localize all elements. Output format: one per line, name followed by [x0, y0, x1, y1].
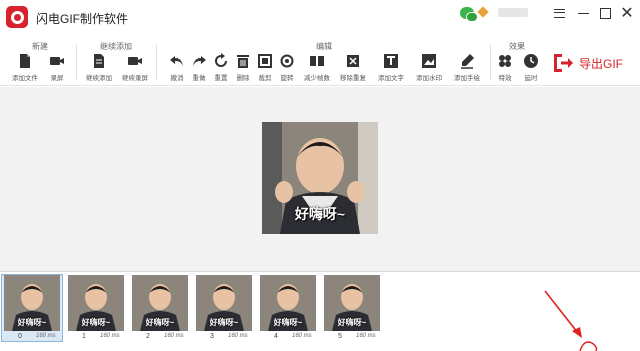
- menu-button[interactable]: [548, 4, 570, 22]
- add-watermark-button[interactable]: 添加水印: [412, 53, 446, 83]
- frame-duration[interactable]: 160 ms: [36, 333, 56, 339]
- annotation-arrow-icon: [544, 290, 598, 351]
- group-continue: 继续添加 继续添加 继续录屏: [82, 36, 150, 86]
- export-icon: [554, 54, 573, 72]
- tool-label: 延时: [524, 75, 538, 82]
- close-button[interactable]: ✕: [616, 4, 638, 22]
- frame-duration[interactable]: 160 ms: [356, 333, 376, 339]
- frame-thumbnail[interactable]: 好嗨呀~ 1 160 ms: [66, 275, 126, 341]
- wechat-icon[interactable]: [460, 7, 478, 22]
- frame-caption: 好嗨呀~: [273, 318, 303, 327]
- gif-preview-image[interactable]: 好嗨呀~: [262, 122, 378, 234]
- frame-thumbnail-selected[interactable]: 好嗨呀~ 0 160 ms: [1, 274, 63, 342]
- tool-label: 添加文字: [378, 75, 404, 82]
- close-icon: ✕: [620, 5, 634, 22]
- tool-label: 继续添加: [86, 75, 112, 82]
- menu-icon: [553, 8, 565, 18]
- add-watermark-icon: [422, 54, 436, 68]
- frame-image: 好嗨呀~: [260, 275, 316, 331]
- tool-label: 继续录屏: [122, 75, 148, 82]
- group-effects: 效果 特效 延时: [488, 36, 546, 86]
- group-label: 继续添加: [100, 42, 132, 51]
- vip-icon[interactable]: [477, 6, 489, 18]
- maximize-icon: [599, 7, 611, 19]
- effects-icon: [499, 55, 511, 67]
- frame-caption: 好嗨呀~: [209, 318, 239, 327]
- group-label: 编辑: [316, 42, 332, 51]
- frame-index: 4: [274, 333, 278, 340]
- frame-image: 好嗨呀~: [4, 275, 60, 331]
- frame-duration[interactable]: 160 ms: [292, 333, 312, 339]
- tool-label: 添加手绘: [454, 75, 480, 82]
- frame-index: 1: [82, 333, 86, 340]
- frame-image: 好嗨呀~: [196, 275, 252, 331]
- reduce-frames-icon: [310, 56, 324, 66]
- app-title: 闪电GIF制作软件: [36, 12, 128, 26]
- record-icon: [50, 57, 64, 65]
- frame-duration[interactable]: 160 ms: [228, 333, 248, 339]
- frame-caption: 好嗨呀~: [337, 318, 367, 327]
- frame-duration[interactable]: 160 ms: [100, 333, 120, 339]
- group-label: 效果: [509, 42, 525, 51]
- add-text-icon: [384, 54, 398, 68]
- frame-image: 好嗨呀~: [324, 275, 380, 331]
- frame-thumbnail[interactable]: 好嗨呀~ 5 160 ms: [322, 275, 382, 341]
- frame-thumbnail[interactable]: 好嗨呀~ 2 160 ms: [130, 275, 190, 341]
- toolbar-divider: [76, 44, 77, 80]
- group-label: 新建: [32, 42, 48, 51]
- frame-thumbnail[interactable]: 好嗨呀~ 3 160 ms: [194, 275, 254, 341]
- add-file-icon: [20, 54, 30, 68]
- frame-duration[interactable]: 160 ms: [164, 333, 184, 339]
- add-text-button[interactable]: 添加文字: [374, 53, 408, 83]
- rotate-button[interactable]: 旋转: [270, 53, 304, 83]
- group-edit: 编辑 撤消 重做 重置 删除 裁剪 旋转 减少帧数 移除重复 添加文字 添加水印…: [160, 36, 488, 86]
- remove-duplicates-icon: [347, 55, 359, 67]
- playback-controls: [300, 344, 640, 351]
- tool-label: 减少帧数: [304, 75, 330, 82]
- toolbar: 新建 添加文件 录屏 继续添加 继续添加 继续录屏 编辑 撤消 重做 重置 删除…: [0, 36, 640, 86]
- export-gif-label: 导出GIF: [579, 56, 623, 71]
- tool-label: 添加水印: [416, 75, 442, 82]
- delay-icon: [524, 54, 538, 68]
- tool-label: 添加文件: [12, 75, 38, 82]
- export-gif-button[interactable]: 导出GIF: [552, 50, 623, 76]
- app-logo-icon: [6, 6, 28, 28]
- reduce-frames-button[interactable]: 减少帧数: [300, 53, 334, 83]
- continue-record-button[interactable]: 继续录屏: [118, 53, 152, 83]
- add-drawing-icon: [461, 54, 474, 69]
- delay-button[interactable]: 延时: [514, 53, 548, 83]
- maximize-button[interactable]: [594, 4, 616, 22]
- title-bar: 闪电GIF制作软件 ✕: [0, 0, 640, 36]
- frame-caption: 好嗨呀~: [81, 318, 111, 327]
- frame-caption: 好嗨呀~: [17, 318, 47, 327]
- remove-duplicates-button[interactable]: 移除重复: [336, 53, 370, 83]
- rotate-icon: [280, 54, 294, 68]
- continue-add-icon: [94, 54, 104, 68]
- tool-label: 旋转: [280, 75, 294, 82]
- add-file-button[interactable]: 添加文件: [8, 53, 42, 83]
- group-new: 新建 添加文件 录屏: [8, 36, 72, 86]
- add-drawing-button[interactable]: 添加手绘: [450, 53, 484, 83]
- frame-thumbnail[interactable]: 好嗨呀~ 4 160 ms: [258, 275, 318, 341]
- preview-caption: 好嗨呀~: [294, 206, 346, 222]
- continue-add-button[interactable]: 继续添加: [82, 53, 116, 83]
- minimize-icon: [577, 12, 589, 14]
- record-button[interactable]: 录屏: [40, 53, 74, 83]
- user-avatar[interactable]: [498, 8, 528, 17]
- frame-index: 0: [18, 333, 22, 340]
- tool-label: 录屏: [50, 75, 64, 82]
- frame-index: 2: [146, 333, 150, 340]
- frame-image: 好嗨呀~: [68, 275, 124, 331]
- continue-record-icon: [128, 57, 142, 65]
- minimize-button[interactable]: [572, 4, 594, 22]
- frame-image: 好嗨呀~: [132, 275, 188, 331]
- frame-caption: 好嗨呀~: [145, 318, 175, 327]
- editor-canvas: 好嗨呀~: [0, 87, 640, 271]
- toolbar-divider: [156, 44, 157, 80]
- frame-index: 5: [338, 333, 342, 340]
- tool-label: 移除重复: [340, 75, 366, 82]
- frame-index: 3: [210, 333, 214, 340]
